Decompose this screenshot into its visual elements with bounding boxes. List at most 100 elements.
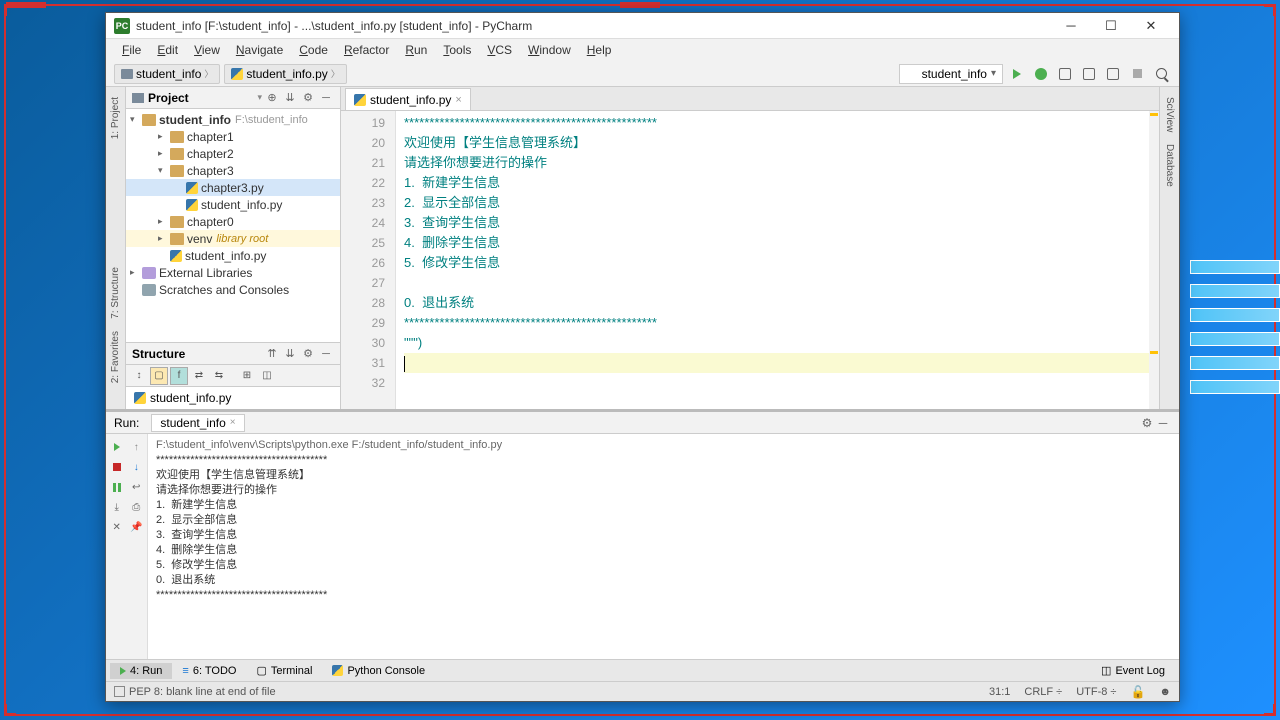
status-checkbox[interactable] xyxy=(114,686,125,697)
editor-body[interactable]: 1920212223242526272829303132 ***********… xyxy=(341,111,1159,409)
stop-button[interactable] xyxy=(1127,64,1147,84)
line-ending-selector[interactable]: CRLF ÷ xyxy=(1024,686,1062,698)
wrap-icon: ↩ xyxy=(132,482,140,493)
scroll-from-source-button[interactable]: ⊕ xyxy=(264,90,280,106)
scroll-icon: ⤓ xyxy=(115,502,119,513)
run-tab-label: 4: Run xyxy=(130,665,162,677)
terminal-tab-button[interactable]: ▢ Terminal xyxy=(246,662,322,679)
cursor-position[interactable]: 31:1 xyxy=(989,686,1010,698)
tree-item-student_info-py[interactable]: student_info.py xyxy=(126,196,340,213)
expand-all-button[interactable]: ⇈ xyxy=(264,346,280,362)
up-trace-button[interactable]: ↑ xyxy=(128,438,146,456)
autoscroll-to-button[interactable]: ⇄ xyxy=(190,367,208,385)
tree-external-libraries[interactable]: ▸External Libraries xyxy=(126,264,340,281)
run-toolbar: ↑ ↓ ↩ ⤓ ⎙ ✕ 📌 xyxy=(106,434,148,659)
warning-marker[interactable] xyxy=(1150,113,1158,116)
filter-inherited-button[interactable]: f xyxy=(170,367,188,385)
menu-refactor[interactable]: Refactor xyxy=(336,41,397,59)
hide-button[interactable]: ─ xyxy=(318,90,334,106)
terminal-icon: ▢ xyxy=(256,664,266,677)
filter-fields-button[interactable]: ▢ xyxy=(150,367,168,385)
bug-icon xyxy=(1035,68,1047,80)
close-button[interactable]: ✕ xyxy=(1131,14,1171,38)
encoding-selector[interactable]: UTF-8 ÷ xyxy=(1076,686,1116,698)
rail-favorites-tab[interactable]: 2: Favorites xyxy=(108,325,123,389)
editor-tab[interactable]: student_info.py × xyxy=(345,88,471,110)
menu-run[interactable]: Run xyxy=(397,41,435,59)
arrow-up-icon: ↑ xyxy=(134,442,139,453)
pause-button[interactable] xyxy=(108,478,126,496)
maximize-button[interactable]: ☐ xyxy=(1091,14,1131,38)
scroll-end-button[interactable]: ⤓ xyxy=(108,498,126,516)
menu-navigate[interactable]: Navigate xyxy=(228,41,291,59)
event-log-tab-button[interactable]: ◫ Event Log xyxy=(1091,662,1175,679)
readonly-toggle[interactable]: 🔓 xyxy=(1130,685,1145,699)
tree-root[interactable]: ▾student_infoF:\student_info xyxy=(126,111,340,128)
pin-button[interactable]: 📌 xyxy=(128,518,146,536)
menu-view[interactable]: View xyxy=(186,41,228,59)
tree-item-chapter0[interactable]: ▸chapter0 xyxy=(126,213,340,230)
down-trace-button[interactable]: ↓ xyxy=(128,458,146,476)
structure-file-item[interactable]: student_info.py xyxy=(134,391,332,405)
menu-vcs[interactable]: VCS xyxy=(479,41,520,59)
tree-item-chapter2[interactable]: ▸chapter2 xyxy=(126,145,340,162)
minimize-button[interactable]: ─ xyxy=(1051,14,1091,38)
sort-alpha-button[interactable]: ↕ xyxy=(130,367,148,385)
close-tab-button[interactable]: × xyxy=(230,417,236,428)
menu-tools[interactable]: Tools xyxy=(435,41,479,59)
menu-code[interactable]: Code xyxy=(291,41,336,59)
profile-button[interactable] xyxy=(1079,64,1099,84)
group-methods-button[interactable]: ⊞ xyxy=(238,367,256,385)
console-output[interactable]: F:\student_info\venv\Scripts\python.exe … xyxy=(148,434,1179,659)
play-icon xyxy=(1013,69,1021,79)
collapse-all-button[interactable]: ⇊ xyxy=(282,90,298,106)
rail-structure-tab[interactable]: 7: Structure xyxy=(108,261,123,325)
tree-item-student_info-py[interactable]: student_info.py xyxy=(126,247,340,264)
menu-edit[interactable]: Edit xyxy=(149,41,186,59)
run-button[interactable] xyxy=(1007,64,1027,84)
settings-button[interactable]: ⚙ xyxy=(300,346,316,362)
settings-button[interactable]: ⚙ xyxy=(300,90,316,106)
search-everywhere-button[interactable] xyxy=(1151,64,1171,84)
tree-item-venv[interactable]: ▸venvlibrary root xyxy=(126,230,340,247)
right-tool-rail: SciView Database xyxy=(1159,87,1179,409)
structure-file-label: student_info.py xyxy=(150,391,231,405)
menu-window[interactable]: Window xyxy=(520,41,579,59)
close-tab-button[interactable]: × xyxy=(455,94,461,106)
rail-database-tab[interactable]: Database xyxy=(1162,138,1177,193)
coverage-button[interactable] xyxy=(1055,64,1075,84)
hide-button[interactable]: ─ xyxy=(1155,416,1171,430)
menu-file[interactable]: File xyxy=(114,41,149,59)
run-config-selector[interactable]: student_info ▾ xyxy=(899,64,1003,84)
tree-item-chapter3[interactable]: ▾chapter3 xyxy=(126,162,340,179)
hide-button[interactable]: ─ xyxy=(318,346,334,362)
stop-run-button[interactable] xyxy=(108,458,126,476)
concurrent-button[interactable] xyxy=(1103,64,1123,84)
print-button[interactable]: ⎙ xyxy=(128,498,146,516)
show-properties-button[interactable]: ◫ xyxy=(258,367,276,385)
breadcrumb-file[interactable]: student_info.py 〉 xyxy=(224,64,346,84)
rerun-button[interactable] xyxy=(108,438,126,456)
run-tab-button[interactable]: 4: Run xyxy=(110,663,172,679)
tree-scratches[interactable]: Scratches and Consoles xyxy=(126,281,340,298)
menu-help[interactable]: Help xyxy=(579,41,620,59)
clear-button[interactable]: ✕ xyxy=(108,518,126,536)
rail-sciview-tab[interactable]: SciView xyxy=(1162,91,1177,138)
rail-project-tab[interactable]: 1: Project xyxy=(108,91,123,145)
collapse-all-button[interactable]: ⇊ xyxy=(282,346,298,362)
todo-tab-button[interactable]: ≡ 6: TODO xyxy=(172,663,246,679)
tree-item-chapter1[interactable]: ▸chapter1 xyxy=(126,128,340,145)
code-area[interactable]: ****************************************… xyxy=(396,111,1159,409)
warning-marker[interactable] xyxy=(1150,351,1158,354)
python-console-tab-button[interactable]: Python Console xyxy=(322,663,435,679)
run-tab[interactable]: student_info × xyxy=(151,414,244,432)
concurrent-icon xyxy=(1107,68,1119,80)
tree-item-chapter3-py[interactable]: chapter3.py xyxy=(126,179,340,196)
settings-button[interactable]: ⚙ xyxy=(1139,416,1155,430)
soft-wrap-button[interactable]: ↩ xyxy=(128,478,146,496)
debug-button[interactable] xyxy=(1031,64,1051,84)
terminal-tab-label: Terminal xyxy=(271,665,313,677)
autoscroll-from-button[interactable]: ⇆ xyxy=(210,367,228,385)
hector-icon[interactable]: ☻ xyxy=(1159,686,1171,698)
breadcrumb-root[interactable]: student_info 〉 xyxy=(114,64,220,84)
